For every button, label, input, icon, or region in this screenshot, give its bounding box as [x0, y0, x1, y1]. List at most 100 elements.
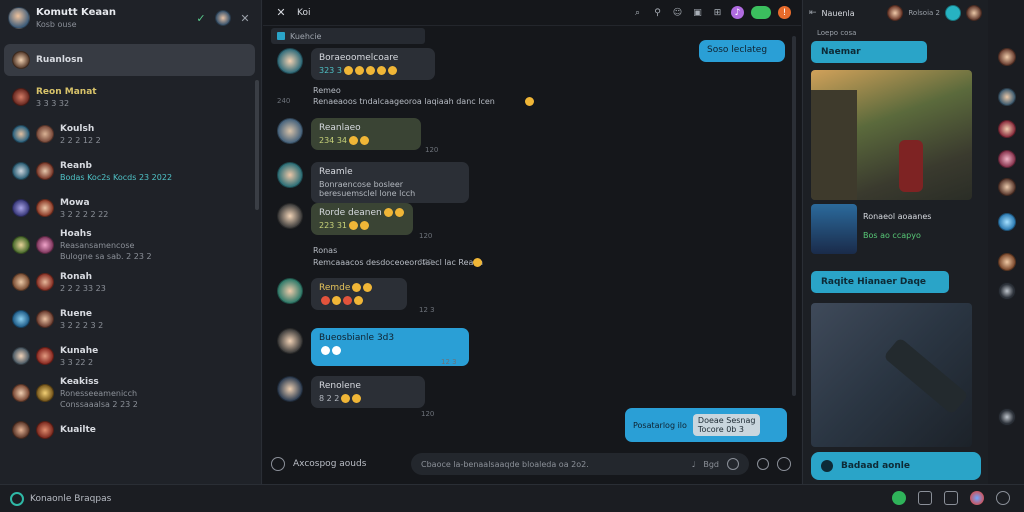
close-icon[interactable]: ✕ [273, 5, 289, 21]
avatar [12, 384, 30, 402]
message-input-placeholder: Cbaoce la-benaalsaaqde bloaleda oa 2o2. [421, 459, 589, 469]
message-text: Soso leclateg [707, 45, 768, 55]
list-item[interactable]: Ronah 2 2 2 33 23 [4, 266, 255, 298]
emoji-icon [343, 296, 352, 305]
game-screenshot-image[interactable] [811, 70, 972, 200]
conversation-sidebar: Komutt Keaan Kosb ouse ✓ ✕ Ruanlosn Reon… [0, 0, 262, 484]
message-bubble[interactable]: Reanlaeo 234 34 [311, 118, 421, 150]
emoji-icon [332, 296, 341, 305]
taskbar: Konaonle Braqpas [0, 484, 1024, 512]
emoji-icon [321, 346, 330, 355]
list-item[interactable]: Hoahs Reasansamencose Bulogne sa sab. 2 … [4, 229, 255, 261]
list-item[interactable]: Ruene 3 2 2 2 3 2 [4, 303, 255, 335]
list-item[interactable]: Keakiss Ronesseeamenicch Conssaaalsa 2 2… [4, 377, 255, 409]
contact-name: Ruene [60, 308, 92, 319]
status-icon[interactable] [998, 282, 1016, 300]
game-screenshot-image[interactable] [811, 303, 972, 447]
thumbnail-caption-title: Ronaeol aoaanes [863, 212, 932, 221]
smile-icon[interactable] [271, 457, 285, 471]
avatar[interactable] [998, 88, 1016, 106]
mic-icon[interactable]: ♩ [692, 460, 696, 469]
emoji-icon [349, 136, 358, 145]
panel-button-bottom[interactable]: Badaad aonle [811, 452, 981, 480]
emoji-icon [360, 136, 369, 145]
app-name: Konaonle Braqpas [30, 493, 112, 504]
avatar [277, 328, 303, 354]
alert-icon[interactable]: ! [778, 6, 791, 19]
message-sender: Renolene [319, 381, 361, 391]
app-launcher[interactable]: Konaonle Braqpas [10, 491, 112, 506]
search-icon[interactable]: ⌕ [631, 6, 644, 19]
message-input[interactable]: Cbaoce la-benaalsaaqde bloaleda oa 2o2. … [411, 453, 749, 475]
avatar[interactable] [998, 213, 1016, 231]
sticker-icon[interactable]: ☺ [671, 6, 684, 19]
thumbnail-image[interactable] [811, 204, 857, 254]
list-item[interactable]: Reanb Bodas Koc2s Kocds 23 2022 [4, 155, 255, 187]
status-toggle-icon[interactable] [751, 6, 771, 19]
avatar [277, 162, 303, 188]
emoji-icon [394, 208, 404, 217]
avatar [36, 273, 54, 291]
emoji-icon [360, 221, 369, 230]
chat-scrollbar[interactable] [792, 36, 796, 396]
outgoing-message[interactable]: Soso leclateg [699, 40, 785, 62]
close-icon[interactable]: ✕ [237, 10, 253, 26]
list-item[interactable]: Koulsh 2 2 2 12 2 [4, 118, 255, 150]
message-bubble[interactable]: Reamle Bonraencose bosleer beresuemsclel… [311, 162, 469, 203]
media-panel: ⇤ Nauenla Rolsoia 2 Loepo cosa Naemar Ro… [802, 0, 988, 484]
emoji-picker-icon[interactable] [727, 458, 739, 470]
pinned-message[interactable]: Kuehcie [271, 28, 425, 44]
profile-avatar[interactable] [8, 7, 30, 29]
composer-extra: Bgd [703, 459, 719, 469]
message-text: 8 2 2 [319, 394, 340, 403]
contact-preview: 2 2 2 33 23 [60, 283, 106, 293]
avatar[interactable] [998, 150, 1016, 168]
outgoing-message[interactable]: Posatarlog ilo Doeae Sesnag Tocore 0b 3 [625, 408, 787, 442]
list-item[interactable]: Mowa 3 2 2 2 2 22 [4, 192, 255, 224]
emoji-icon [376, 66, 386, 75]
avatar[interactable] [998, 48, 1016, 66]
emoji-icon [352, 283, 362, 292]
browser-icon[interactable] [970, 491, 984, 505]
panel-button-middle[interactable]: Raqite Hianaer Daqe [811, 271, 949, 293]
message-bubble[interactable]: Rorde deanen 223 31 [311, 203, 413, 235]
check-icon[interactable]: ✓ [193, 10, 209, 26]
avatar [36, 162, 54, 180]
send-icon[interactable] [777, 457, 791, 471]
grid-icon[interactable]: ⊞ [711, 6, 724, 19]
list-item[interactable]: Reon Manat 3 3 3 32 [4, 81, 255, 113]
panel-button-top[interactable]: Naemar [811, 41, 927, 63]
avatar[interactable] [998, 178, 1016, 196]
avatar[interactable] [998, 120, 1016, 138]
settings-icon[interactable] [996, 491, 1010, 505]
window-icon[interactable] [944, 491, 958, 505]
message-bubble[interactable]: Remde [311, 278, 407, 310]
avatar [277, 376, 303, 402]
back-icon[interactable]: ⇤ [809, 8, 817, 18]
message-bubble[interactable]: Boraeoomelcoare 323 3 [311, 48, 435, 80]
avatar[interactable] [998, 253, 1016, 271]
sidebar-scrollbar[interactable] [255, 80, 259, 210]
contact-name: Mowa [60, 197, 90, 208]
online-icon[interactable] [892, 491, 906, 505]
list-item[interactable]: Kuailte [4, 414, 255, 446]
user-avatar[interactable] [215, 10, 231, 26]
status-icon[interactable] [998, 408, 1016, 426]
image-icon[interactable]: ▣ [691, 6, 704, 19]
message-bubble[interactable]: Renolene 8 2 2 [311, 376, 425, 408]
attach-icon[interactable] [757, 458, 769, 470]
zoom-icon[interactable]: ⚲ [651, 6, 664, 19]
music-icon[interactable]: ♪ [731, 6, 744, 19]
message: Reamle Bonraencose bosleer beresuemsclel… [277, 162, 469, 203]
list-item[interactable]: Kunahe 3 3 22 2 [4, 340, 255, 372]
panel-title: Nauenla [821, 8, 855, 18]
avatar [36, 125, 54, 143]
chat-panel: ✕ Koi ⌕ ⚲ ☺ ▣ ⊞ ♪ ! Kuehcie Boraeoomelco… [263, 0, 801, 484]
message-sender: Ronas [313, 246, 338, 255]
emoji-icon [341, 394, 351, 403]
chat-icon[interactable] [918, 491, 932, 505]
message-text: 323 3 [319, 66, 342, 75]
avatar [966, 5, 982, 21]
avatar [36, 347, 54, 365]
list-item[interactable]: Ruanlosn [4, 44, 255, 76]
